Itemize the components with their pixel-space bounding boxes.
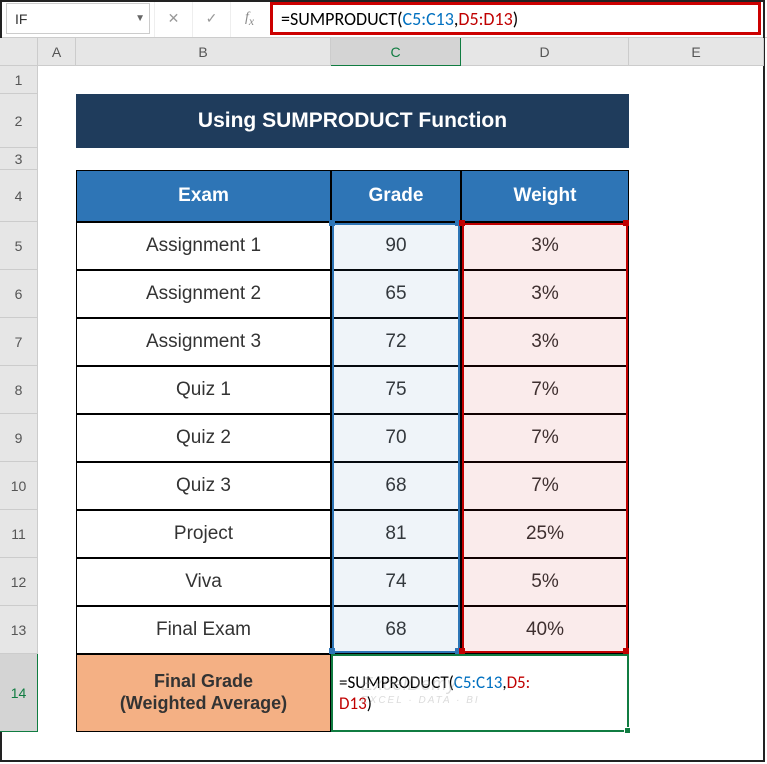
cell-exam[interactable]: Final Exam — [76, 606, 331, 654]
cell-weight[interactable]: 7% — [461, 366, 629, 414]
cell-grade[interactable]: 68 — [331, 462, 461, 510]
row-header-7[interactable]: 7 — [0, 318, 38, 366]
cell-exam[interactable]: Viva — [76, 558, 331, 606]
formula-input[interactable]: =SUMPRODUCT(C5:C13,D5:D13) — [270, 2, 761, 35]
cell-exam[interactable]: Assignment 3 — [76, 318, 331, 366]
col-header-E[interactable]: E — [629, 38, 764, 66]
cell-exam[interactable]: Assignment 2 — [76, 270, 331, 318]
range-handle[interactable] — [623, 220, 629, 226]
cell-exam[interactable]: Quiz 3 — [76, 462, 331, 510]
row-header-1[interactable]: 1 — [0, 66, 38, 94]
th-exam: Exam — [76, 170, 331, 222]
row-header-4[interactable]: 4 — [0, 170, 38, 222]
range-handle[interactable] — [623, 648, 629, 654]
cell-grade[interactable]: 68 — [331, 606, 461, 654]
row-header-3[interactable]: 3 — [0, 148, 38, 170]
row-header-14[interactable]: 14 — [0, 654, 38, 732]
col-header-B[interactable]: B — [76, 38, 331, 66]
range-handle[interactable] — [329, 220, 335, 226]
row-header-13[interactable]: 13 — [0, 606, 38, 654]
cell-weight[interactable]: 25% — [461, 510, 629, 558]
fill-handle[interactable] — [624, 727, 631, 734]
confirm-button[interactable]: ✓ — [192, 0, 230, 37]
formula-bar: IF ▼ ✕ ✓ fx =SUMPRODUCT(C5:C13,D5:D13) — [0, 0, 767, 38]
range-handle[interactable] — [459, 220, 465, 226]
cell-weight[interactable]: 40% — [461, 606, 629, 654]
name-box-value: IF — [15, 11, 27, 27]
row-header-5[interactable]: 5 — [0, 222, 38, 270]
cell-weight[interactable]: 3% — [461, 270, 629, 318]
row-header-9[interactable]: 9 — [0, 414, 38, 462]
title-banner: Using SUMPRODUCT Function — [76, 94, 629, 148]
name-box[interactable]: IF ▼ — [6, 3, 150, 34]
row-header-10[interactable]: 10 — [0, 462, 38, 510]
final-grade-label: Final Grade(Weighted Average) — [76, 654, 331, 732]
cell-grade[interactable]: 90 — [331, 222, 461, 270]
cell-weight[interactable]: 3% — [461, 318, 629, 366]
col-header-A[interactable]: A — [38, 38, 76, 66]
cell-grade[interactable]: 65 — [331, 270, 461, 318]
th-weight: Weight — [461, 170, 629, 222]
active-cell[interactable]: =SUMPRODUCT(C5:C13,D5:D13) — [331, 654, 629, 732]
cell-grade[interactable]: 81 — [331, 510, 461, 558]
cell-exam[interactable]: Quiz 2 — [76, 414, 331, 462]
cell-grade[interactable]: 72 — [331, 318, 461, 366]
cancel-button[interactable]: ✕ — [154, 0, 192, 37]
cell-weight[interactable]: 7% — [461, 414, 629, 462]
cell-exam[interactable]: Quiz 1 — [76, 366, 331, 414]
cell-grade[interactable]: 75 — [331, 366, 461, 414]
range-handle[interactable] — [329, 648, 335, 654]
cell-grade[interactable]: 70 — [331, 414, 461, 462]
fx-button[interactable]: fx — [230, 0, 268, 37]
row-header-11[interactable]: 11 — [0, 510, 38, 558]
cell-exam[interactable]: Assignment 1 — [76, 222, 331, 270]
row-header-12[interactable]: 12 — [0, 558, 38, 606]
select-all-corner[interactable] — [0, 38, 38, 66]
cell-weight[interactable]: 3% — [461, 222, 629, 270]
dropdown-icon[interactable]: ▼ — [135, 13, 145, 24]
cell-exam[interactable]: Project — [76, 510, 331, 558]
row-header-8[interactable]: 8 — [0, 366, 38, 414]
fx-icon: fx — [245, 10, 254, 28]
range-handle[interactable] — [459, 648, 465, 654]
cell-weight[interactable]: 5% — [461, 558, 629, 606]
cell-grade[interactable]: 74 — [331, 558, 461, 606]
row-header-6[interactable]: 6 — [0, 270, 38, 318]
cell-weight[interactable]: 7% — [461, 462, 629, 510]
row-header-2[interactable]: 2 — [0, 94, 38, 148]
col-header-D[interactable]: D — [461, 38, 629, 66]
col-header-C[interactable]: C — [331, 38, 461, 66]
th-grade: Grade — [331, 170, 461, 222]
